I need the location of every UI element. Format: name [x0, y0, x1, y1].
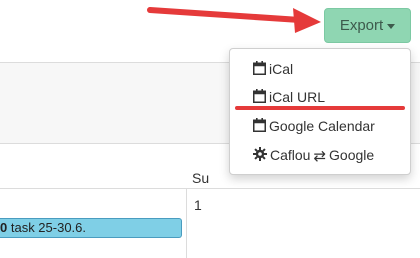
annotation-arrow — [147, 7, 321, 33]
